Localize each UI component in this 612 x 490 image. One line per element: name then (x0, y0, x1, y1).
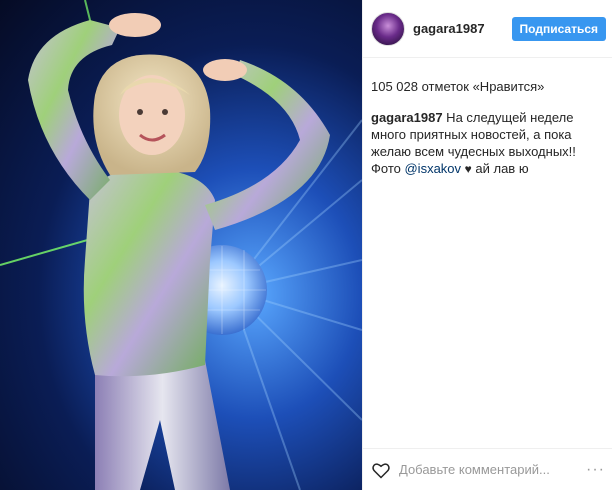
black-heart-icon: ♥ (464, 162, 472, 176)
post-caption: gagara1987 На следущей неделе много прия… (371, 109, 607, 178)
photo-illustration (0, 0, 362, 490)
caption-username[interactable]: gagara1987 (371, 110, 443, 125)
comment-bar: ··· (363, 448, 612, 490)
caption-text-end: ай лав ю (471, 161, 529, 176)
username-link[interactable]: gagara1987 (413, 21, 512, 36)
mention-link[interactable]: @isxakov (404, 161, 461, 176)
heart-outline-icon[interactable] (371, 460, 391, 480)
follow-button[interactable]: Подписаться (511, 16, 606, 41)
post-photo[interactable] (0, 0, 362, 490)
likes-count[interactable]: 105 028 отметок «Нравится» (371, 79, 544, 94)
more-dots-icon[interactable]: ··· (586, 461, 605, 479)
instagram-post: gagara1987 Подписаться 105 028 отметок «… (0, 0, 612, 490)
post-side-panel: gagara1987 Подписаться 105 028 отметок «… (362, 0, 612, 490)
post-header: gagara1987 Подписаться (363, 0, 612, 58)
comment-input[interactable] (399, 462, 587, 477)
avatar[interactable] (371, 11, 405, 46)
